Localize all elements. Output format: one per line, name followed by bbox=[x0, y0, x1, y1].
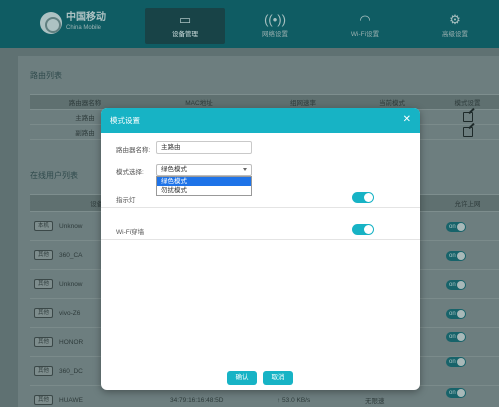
allow-internet-toggle[interactable]: on bbox=[446, 222, 466, 232]
gear-icon: ⚙ bbox=[449, 12, 461, 27]
broadcast-icon: ((•)) bbox=[264, 12, 286, 27]
col-allow-internet: 允许上网 bbox=[454, 201, 481, 208]
nav-label: 网络设置 bbox=[262, 31, 288, 38]
allow-internet-toggle[interactable]: on bbox=[446, 251, 466, 261]
router-name-label: 路由器名称: bbox=[116, 147, 151, 154]
device-type-badge: 本机 bbox=[34, 221, 54, 231]
nav-label: Wi-Fi设置 bbox=[350, 31, 380, 38]
mode-option-green[interactable]: 绿色模式 bbox=[157, 177, 251, 186]
allow-internet-toggle[interactable]: on bbox=[446, 357, 466, 367]
col-router-name: 路由器名称 bbox=[68, 100, 102, 107]
mode-select[interactable]: 绿色模式 bbox=[156, 164, 252, 176]
cancel-button[interactable]: 取消 bbox=[263, 371, 293, 385]
edit-icon[interactable] bbox=[462, 112, 473, 122]
confirm-button[interactable]: 确认 bbox=[227, 371, 257, 385]
brand-name-en: China Mobile bbox=[66, 25, 102, 31]
nav-wifi-settings[interactable]: ◠ Wi-Fi设置 bbox=[325, 8, 405, 44]
indicator-light-toggle[interactable] bbox=[352, 192, 374, 203]
nav-label: 高级设置 bbox=[442, 31, 468, 38]
device-name: HONOR bbox=[59, 338, 84, 346]
device-name: Unknow bbox=[59, 280, 83, 288]
wifi-wall-toggle[interactable] bbox=[352, 224, 374, 235]
device-name: vivo-Z6 bbox=[59, 309, 81, 317]
brand-logo: 中国移动 China Mobile bbox=[40, 12, 106, 34]
col-current-mode: 当前模式 bbox=[379, 100, 405, 107]
main-nav: ▭ 设备管理 ((•)) 网络设置 ◠ Wi-Fi设置 ⚙ 高级设置 bbox=[145, 8, 499, 44]
online-users-title: 在线用户列表 bbox=[30, 171, 78, 180]
device-type-badge: 其他 bbox=[34, 337, 54, 347]
allow-internet-toggle[interactable]: on bbox=[446, 332, 466, 342]
mode-dropdown-list: 绿色模式 勿扰模式 bbox=[156, 176, 252, 196]
nav-network-settings[interactable]: ((•)) 网络设置 bbox=[235, 8, 315, 44]
router-icon: ▭ bbox=[178, 12, 192, 27]
col-speed: 组网速率 bbox=[290, 100, 316, 107]
device-name: HUAWE bbox=[59, 396, 83, 404]
device-name: 360_CA bbox=[59, 251, 83, 259]
device-name: Unknow bbox=[59, 222, 83, 230]
mode-option-dnd[interactable]: 勿扰模式 bbox=[157, 186, 251, 195]
device-speed: ↑ 53.0 KB/s bbox=[277, 396, 311, 404]
brand-name-cn: 中国移动 bbox=[66, 12, 106, 23]
divider bbox=[101, 207, 420, 208]
device-type-badge: 其他 bbox=[34, 395, 54, 405]
mode-select-value: 绿色模式 bbox=[161, 166, 187, 173]
allow-internet-toggle[interactable]: on bbox=[446, 388, 466, 398]
wifi-wall-label: Wi-Fi穿墙 bbox=[116, 229, 145, 236]
divider bbox=[101, 239, 420, 240]
device-type-badge: 其他 bbox=[34, 308, 54, 318]
mode-settings-dialog: 模式设置 ✕ 路由器名称: 主路由 模式选择: 绿色模式 绿色模式 勿扰模式 指… bbox=[101, 108, 420, 390]
dialog-title: 模式设置 bbox=[110, 116, 140, 125]
close-icon[interactable]: ✕ bbox=[403, 115, 411, 125]
dialog-header: 模式设置 ✕ bbox=[101, 108, 420, 133]
nav-advanced-settings[interactable]: ⚙ 高级设置 bbox=[415, 8, 495, 44]
device-type-badge: 其他 bbox=[34, 250, 54, 260]
allow-internet-toggle[interactable]: on bbox=[446, 309, 466, 319]
device-name: 360_DC bbox=[59, 367, 83, 375]
allow-internet-toggle[interactable]: on bbox=[446, 280, 466, 290]
chevron-down-icon bbox=[243, 168, 247, 171]
device-mac: 34:79:16:16:48:5D bbox=[170, 396, 224, 404]
col-mac: MAC地址 bbox=[185, 100, 213, 107]
device-type-badge: 其他 bbox=[34, 279, 54, 289]
router-name-input[interactable]: 主路由 bbox=[156, 141, 252, 154]
device-limit: 无限速 bbox=[365, 398, 385, 405]
china-mobile-logo-icon bbox=[40, 12, 62, 34]
device-type-badge: 其他 bbox=[34, 366, 54, 376]
mode-select-label: 模式选择: bbox=[116, 169, 144, 176]
edit-icon[interactable] bbox=[462, 127, 473, 137]
nav-device-management[interactable]: ▭ 设备管理 bbox=[145, 8, 225, 44]
router-list-title: 路由列表 bbox=[30, 71, 62, 80]
wifi-icon: ◠ bbox=[359, 12, 371, 27]
top-header: 中国移动 China Mobile ▭ 设备管理 ((•)) 网络设置 ◠ Wi… bbox=[0, 0, 499, 48]
indicator-light-label: 指示灯 bbox=[116, 197, 136, 204]
nav-label: 设备管理 bbox=[172, 31, 198, 38]
col-mode-setting: 模式设置 bbox=[454, 100, 481, 107]
